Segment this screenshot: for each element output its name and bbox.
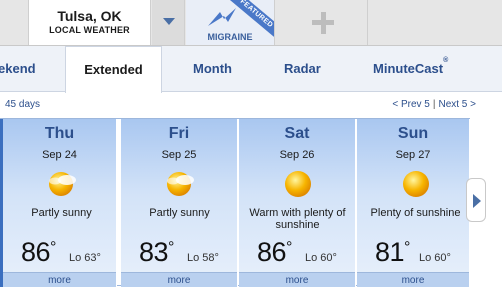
low-temp: Lo 60° [305, 252, 337, 264]
day-name: Sun [397, 125, 429, 142]
day-condition: Partly sunny [31, 207, 92, 219]
tab-bar: ekend Extended Month Radar MinuteCast® [0, 46, 502, 93]
high-temp: 83° [139, 237, 174, 268]
next-days-button[interactable] [466, 178, 486, 222]
top-bar: Tulsa, OK LOCAL WEATHER FEATURED MIGRAIN… [0, 0, 502, 46]
location-city: Tulsa, OK [57, 8, 122, 24]
degree-symbol: ° [286, 239, 292, 256]
registered-mark: ® [443, 57, 449, 64]
pager: < Prev 5 | Next 5 > [392, 99, 476, 110]
low-temp: Lo 60° [419, 252, 451, 264]
more-link[interactable]: more [239, 272, 355, 287]
more-link[interactable]: more [3, 272, 116, 287]
forecast-card-fri[interactable]: Fri Sep 25 Partly sunny 83° Lo 58° more [121, 119, 238, 287]
low-temp: Lo 63° [69, 252, 101, 264]
migraine-label: MIGRAINE [207, 32, 253, 42]
degree-symbol: ° [168, 239, 174, 256]
day-date: Sep 27 [395, 149, 431, 161]
degree-symbol: ° [404, 239, 410, 256]
high-temp-value: 81 [375, 237, 405, 267]
tab-month[interactable]: Month [193, 46, 232, 92]
high-temp-value: 83 [139, 237, 169, 267]
day-name: Fri [168, 125, 190, 142]
plus-icon-vertical [320, 11, 326, 34]
add-location-button[interactable] [276, 0, 368, 45]
tab-radar[interactable]: Radar [284, 46, 321, 92]
day-name: Thu [44, 125, 75, 142]
sunny-icon [285, 171, 311, 197]
tab-minutecast[interactable]: MinuteCast® [373, 46, 448, 92]
high-temp: 86° [21, 237, 56, 268]
sub-row: 45 days < Prev 5 | Next 5 > [0, 96, 502, 114]
partly-sunny-icon [167, 172, 194, 196]
more-link[interactable]: more [121, 272, 237, 287]
location-dropdown-button[interactable] [152, 0, 185, 45]
tab-month-label: Month [193, 61, 232, 76]
tab-extended[interactable]: Extended [65, 46, 162, 93]
chevron-right-icon [473, 194, 481, 208]
location-selector[interactable]: Tulsa, OK LOCAL WEATHER [28, 0, 151, 45]
more-link[interactable]: more [357, 272, 469, 287]
day-date: Sep 25 [161, 149, 197, 161]
tab-radar-label: Radar [284, 61, 321, 76]
day-date: Sep 24 [42, 149, 77, 161]
high-temp: 81° [375, 237, 410, 268]
migraine-button[interactable]: FEATURED MIGRAINE [186, 0, 275, 45]
day-name: Sat [284, 125, 310, 142]
location-subtitle: LOCAL WEATHER [49, 25, 130, 35]
high-temp-value: 86 [257, 237, 287, 267]
tab-weekend[interactable]: ekend [0, 46, 36, 92]
day-condition: Plenty of sunshine [370, 207, 461, 219]
tab-weekend-label: ekend [0, 61, 36, 76]
day-condition: Warm with plenty of sunshine [249, 207, 346, 231]
next-5-link[interactable]: Next 5 > [438, 99, 476, 110]
degree-symbol: ° [50, 239, 56, 256]
low-temp: Lo 58° [187, 252, 219, 264]
range-45-days-link[interactable]: 45 days [5, 99, 40, 110]
day-condition: Partly sunny [149, 207, 210, 219]
prev-5-link[interactable]: < Prev 5 [392, 99, 430, 110]
high-temp: 86° [257, 237, 292, 268]
partly-sunny-icon [49, 172, 76, 196]
forecast-strip: Thu Sep 24 Partly sunny 86° Lo 63° more … [0, 118, 470, 287]
lightning-icon [208, 8, 236, 26]
forecast-card-sat[interactable]: Sat Sep 26 Warm with plenty of sunshine … [239, 119, 356, 287]
tab-minutecast-label: MinuteCast [373, 61, 444, 76]
chevron-down-icon [163, 18, 175, 25]
sunny-icon [403, 171, 429, 197]
forecast-card-thu[interactable]: Thu Sep 24 Partly sunny 86° Lo 63° more [0, 119, 117, 287]
day-date: Sep 26 [279, 149, 315, 161]
forecast-card-sun[interactable]: Sun Sep 27 Plenty of sunshine 81° Lo 60°… [357, 119, 470, 287]
high-temp-value: 86 [21, 237, 51, 267]
tab-extended-label: Extended [84, 62, 143, 77]
page-bottom [0, 290, 502, 302]
